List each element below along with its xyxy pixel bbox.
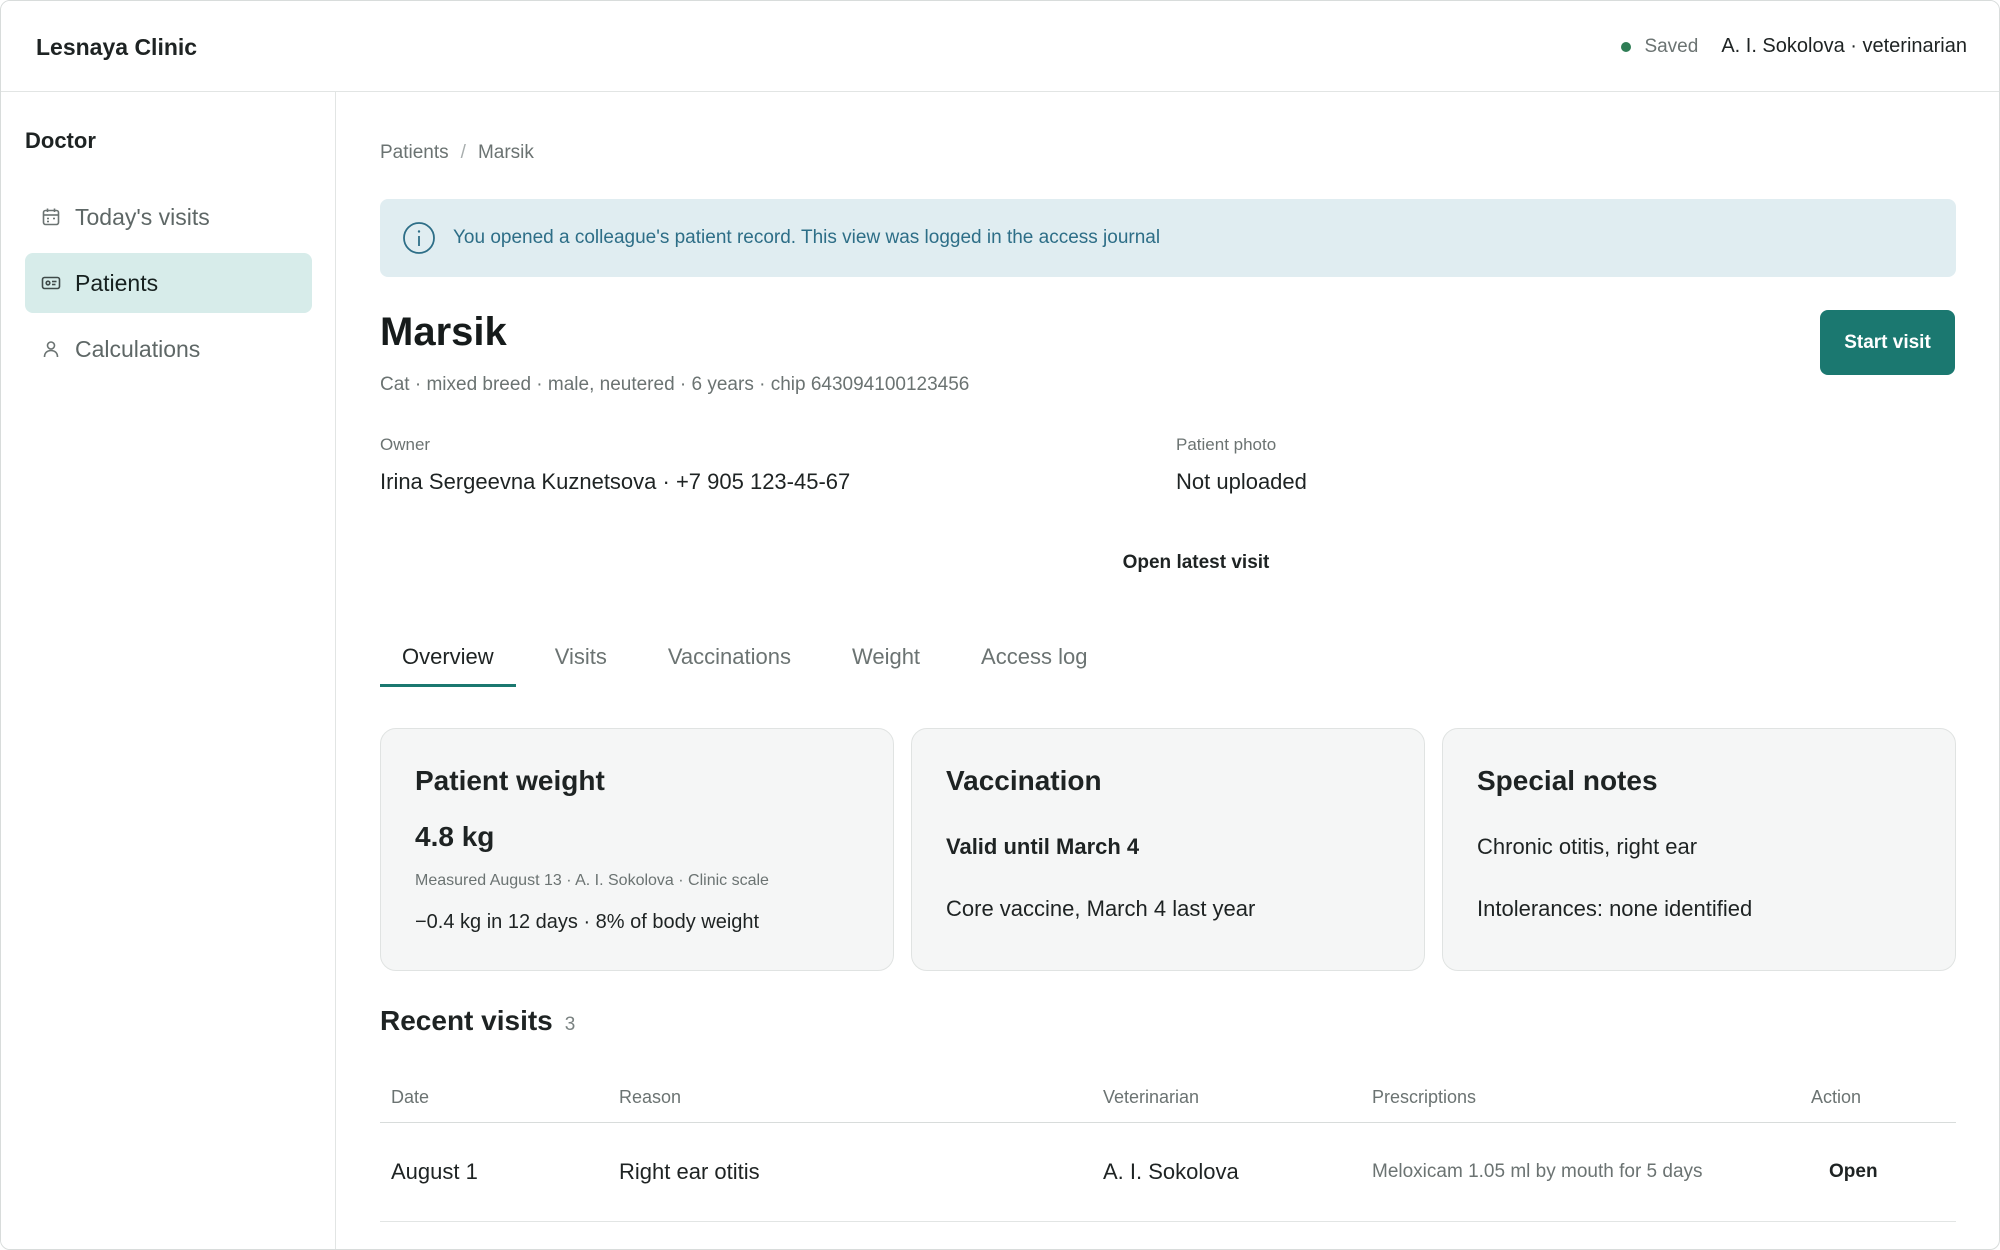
tab-visits[interactable]: Visits [533,637,629,687]
weight-trend: −0.4 kg in 12 days · 8% of body weight [415,911,760,933]
sidebar-item-todays-visits[interactable]: Today's visits [25,187,312,247]
tab-overview[interactable]: Overview [380,637,516,687]
vaccination-detail: Core vaccine, March 4 last year [946,896,1256,921]
current-user[interactable]: A. I. Sokolova · veterinarian [1721,35,1967,58]
weight-value: 4.8 kg [415,821,495,852]
breadcrumb: Patients / Marsik [380,142,534,164]
saved-status-dot-icon [1621,41,1632,52]
patient-details: Cat · mixed breed · male, neutered · 6 y… [380,374,970,395]
breadcrumb-current: Marsik [477,142,534,163]
vaccination-card: Vaccination Valid until March 4 Core vac… [911,728,1425,971]
column-header-reason: Reason [619,1087,682,1107]
vaccination-status: Valid until March 4 [946,834,1140,859]
column-header-prescriptions: Prescriptions [1372,1087,1477,1107]
owner-value: Irina Sergeevna Kuznetsova · +7 905 123-… [380,469,851,494]
patient-tabs: Overview Visits Vaccinations Weight Acce… [380,637,1109,687]
column-header-action: Action [1811,1087,1862,1107]
patient-photo-label: Patient photo [1176,435,1277,454]
special-note-line: Intolerances: none identified [1477,896,1753,921]
sidebar-item-calculations[interactable]: Calculations [25,319,312,379]
visit-prescriptions: Meloxicam 1.05 ml by mouth for 5 days [1372,1161,1703,1182]
sidebar: Doctor Today's visits Patients Calculati… [1,92,336,1249]
app-window: Lesnaya Clinic Saved A. I. Sokolova · ve… [0,0,2000,1250]
person-icon [41,339,61,359]
sidebar-item-label: Patients [75,269,159,296]
open-visit-button[interactable]: Open [1829,1161,1878,1183]
tab-vaccinations[interactable]: Vaccinations [646,637,813,687]
top-bar-status: Saved A. I. Sokolova · veterinarian [1621,35,1967,58]
recent-visits-title: Recent visits 3 [380,1005,575,1037]
access-log-notice-text: You opened a colleague's patient record.… [453,227,1161,248]
info-icon [402,221,436,255]
column-header-date: Date [391,1087,430,1107]
breadcrumb-separator: / [460,142,466,163]
sidebar-item-label: Today's visits [75,203,210,230]
clinic-name: Lesnaya Clinic [36,34,198,60]
access-log-notice: You opened a colleague's patient record.… [380,199,1956,277]
recent-visits-count: 3 [564,1014,576,1035]
visit-date: August 1 [391,1159,478,1184]
top-bar: Lesnaya Clinic Saved A. I. Sokolova · ve… [1,1,1999,92]
special-note-line: Chronic otitis, right ear [1477,834,1698,859]
patient-photo-value: Not uploaded [1176,469,1307,494]
visit-reason: Right ear otitis [619,1159,760,1184]
start-visit-button[interactable]: Start visit [1820,310,1955,375]
visits-table-header: Date Reason Veterinarian Prescriptions A… [380,1071,1956,1123]
card-title: Patient weight [415,765,605,796]
breadcrumb-patients-link[interactable]: Patients [380,142,449,164]
tab-weight[interactable]: Weight [830,637,942,687]
column-header-veterinarian: Veterinarian [1103,1087,1200,1107]
calendar-icon [41,207,61,227]
owner-label: Owner [380,435,431,454]
special-notes-card: Special notes Chronic otitis, right ear … [1442,728,1956,971]
open-latest-visit-link[interactable]: Open latest visit [1086,552,1306,574]
card-title: Special notes [1477,765,1658,796]
patient-weight-card: Patient weight 4.8 kg Measured August 13… [380,728,894,971]
saved-status-text: Saved [1644,35,1699,57]
recent-visits-heading: Recent visits [380,1005,553,1036]
sidebar-item-patients[interactable]: Patients [25,253,312,313]
id-card-icon [41,273,61,293]
weight-measured-info: Measured August 13 · A. I. Sokolova · Cl… [415,872,769,889]
tab-access-log[interactable]: Access log [959,637,1109,687]
sidebar-title: Doctor [25,128,96,153]
visit-veterinarian: A. I. Sokolova [1103,1159,1239,1184]
sidebar-item-label: Calculations [75,335,201,362]
patient-name: Marsik [380,310,507,354]
table-row: August 1 Right ear otitis A. I. Sokolova… [380,1123,1956,1222]
card-title: Vaccination [946,765,1102,796]
